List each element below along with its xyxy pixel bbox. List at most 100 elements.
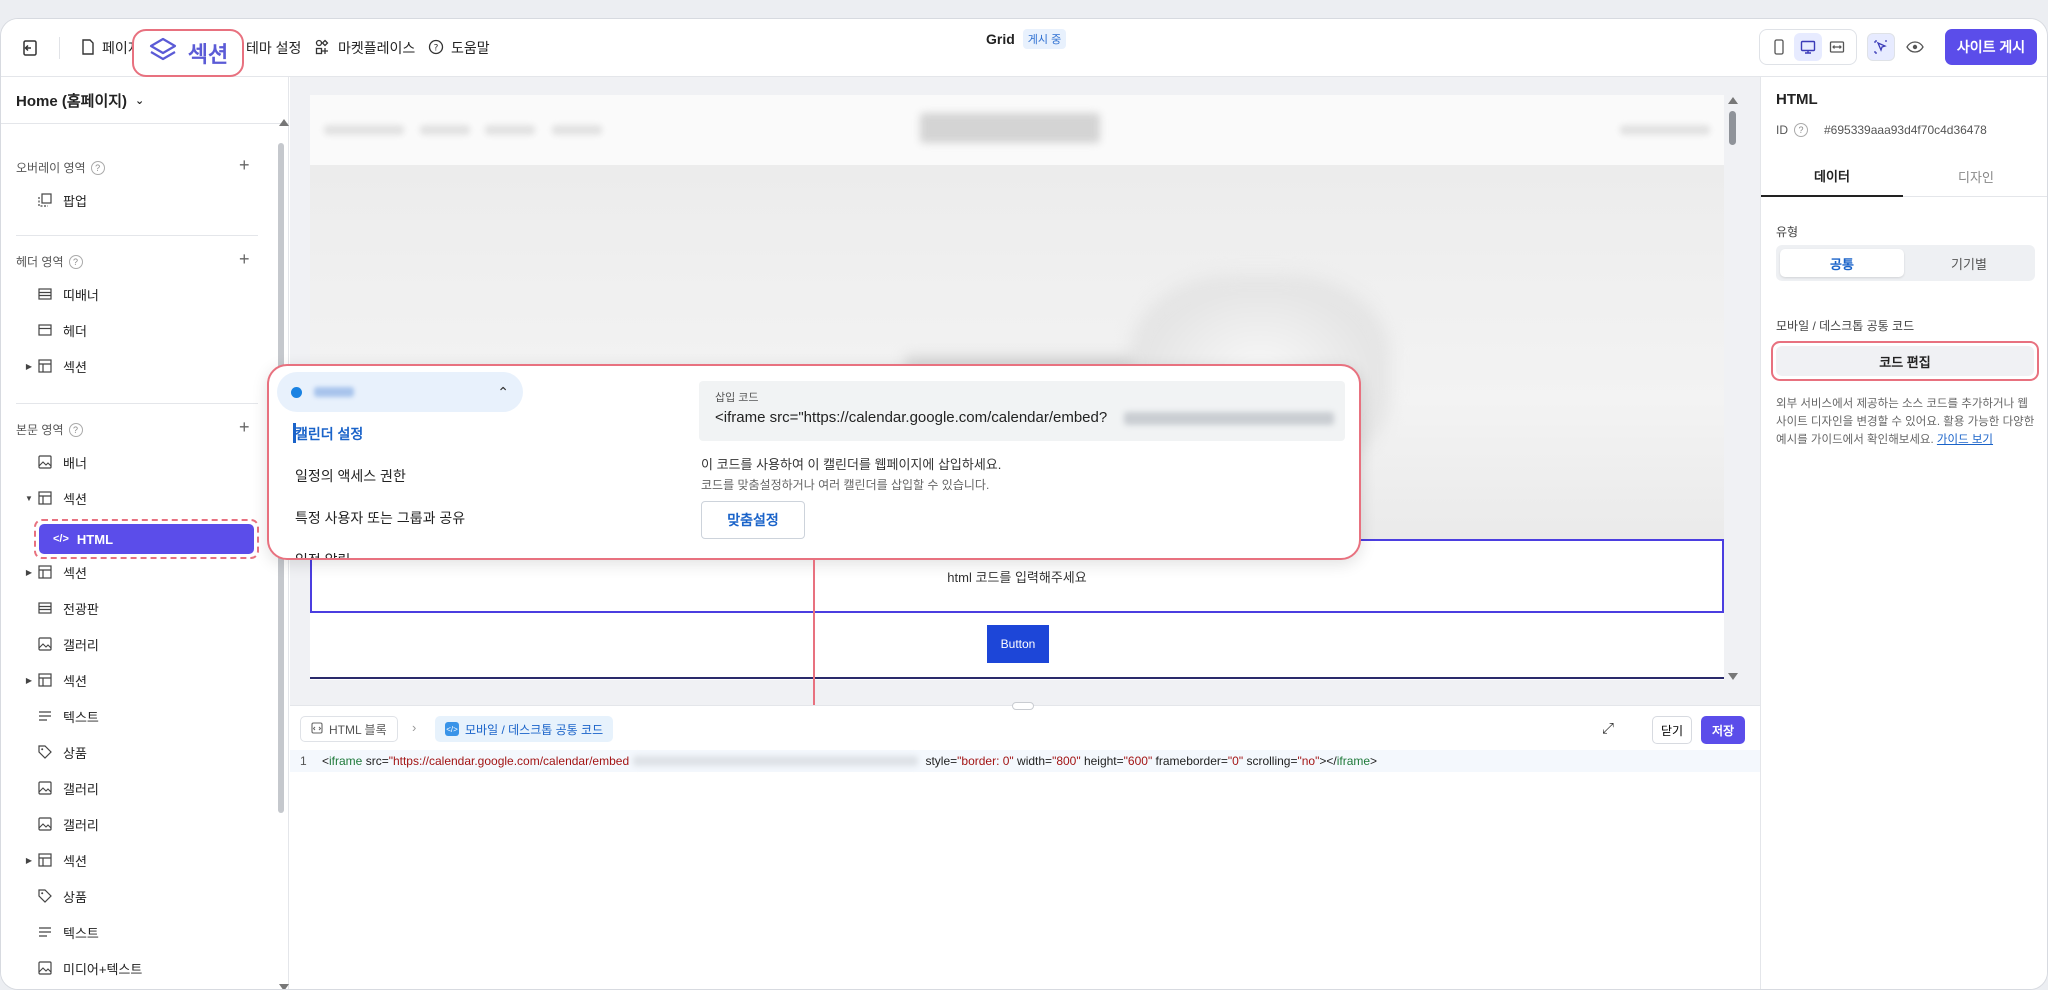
- exit-icon[interactable]: [21, 19, 39, 77]
- add-body-icon[interactable]: +: [239, 417, 250, 438]
- help-icon[interactable]: ?: [68, 422, 83, 437]
- tree-item-popup[interactable]: 팝업: [21, 185, 87, 215]
- panel-tabs: 데이터 디자인: [1761, 155, 2047, 197]
- help-icon[interactable]: ?: [68, 254, 83, 269]
- code-token: ></: [1319, 754, 1337, 768]
- element-id-value[interactable]: #695339aaa93d4f70c4d36478: [1824, 123, 1987, 137]
- tab-data[interactable]: 데이터: [1761, 155, 1903, 197]
- layer-tree-panel: Home (홈페이지) ⌄ 오버레이 영역 ? + 팝업 헤더 영역 ? + 띠…: [1, 77, 289, 989]
- tree-item-text[interactable]: 텍스트: [21, 917, 99, 947]
- select-cursor-icon[interactable]: [1867, 33, 1895, 61]
- divider: [1, 123, 289, 124]
- mobile-view-icon[interactable]: [1765, 33, 1793, 61]
- html-block-placeholder: html 코드를 입력해주세요: [947, 569, 1087, 585]
- tree-item-product[interactable]: 상품: [21, 881, 87, 911]
- html-item[interactable]: </> HTML: [39, 524, 254, 554]
- help-menu[interactable]: ? 도움말: [428, 19, 490, 77]
- help-icon[interactable]: ?: [1794, 123, 1808, 137]
- customize-button[interactable]: 맞춤설정: [701, 501, 805, 539]
- caret-right-icon[interactable]: ▶: [21, 856, 37, 865]
- menu-event-notifications[interactable]: 일정 알림: [295, 550, 350, 558]
- tree-item-label: 섹션: [63, 673, 87, 689]
- help-icon: ?: [428, 39, 444, 58]
- menu-share-with-users[interactable]: 특정 사용자 또는 그룹과 공유: [295, 508, 465, 528]
- preview-eye-icon[interactable]: [1901, 33, 1929, 61]
- section-layout-icon: [37, 852, 53, 868]
- tree-item-billboard[interactable]: 전광판: [21, 593, 99, 623]
- tree-item-section[interactable]: ▼ 섹션: [21, 483, 87, 513]
- tree-item-section[interactable]: ▶ 섹션: [21, 557, 87, 587]
- tree-item-label: 띠배너: [63, 287, 99, 303]
- tree-item-section[interactable]: ▶ 섹션: [21, 665, 87, 695]
- preview-button[interactable]: Button: [987, 625, 1049, 663]
- code-token: >: [1370, 754, 1378, 768]
- add-header-icon[interactable]: +: [239, 249, 250, 270]
- tree-item-product[interactable]: 상품: [21, 737, 87, 767]
- blurred-nav-item: [485, 125, 535, 135]
- scroll-down-arrow-icon[interactable]: [279, 984, 289, 989]
- canvas-scrollbar[interactable]: [1726, 95, 1738, 680]
- tree-item-gallery[interactable]: 갤러리: [21, 773, 99, 803]
- page-selector[interactable]: Home (홈페이지) ⌄: [16, 77, 144, 123]
- segment-per-device[interactable]: 기기별: [1907, 249, 2031, 277]
- caret-right-icon[interactable]: ▶: [21, 676, 37, 685]
- tree-item-media-text[interactable]: 미디어+텍스트: [21, 953, 142, 983]
- group-header-label: 헤더 영역: [16, 255, 64, 269]
- tree-item-section[interactable]: ▶ 섹션: [21, 351, 87, 381]
- tree-item-section[interactable]: ▶ 섹션: [21, 845, 87, 875]
- tree-item-text[interactable]: 텍스트: [21, 701, 99, 731]
- section-layout-icon: [37, 564, 53, 580]
- code-edit-button[interactable]: 코드 편집: [1776, 346, 2034, 376]
- group-overlay-header: 오버레이 영역 ?: [16, 159, 105, 176]
- code-content[interactable]: < iframe src= "https://calendar.google.c…: [322, 754, 1377, 768]
- panel-title: HTML: [1776, 91, 1818, 108]
- app-window: 페이지 테마 설정 마켓플레이스 ? 도움말 Grid 게시 중 사이트 게시: [0, 18, 2048, 990]
- segment-common[interactable]: 공통: [1780, 249, 1904, 277]
- theme-settings-menu[interactable]: 테마 설정: [246, 19, 301, 77]
- caret-right-icon[interactable]: ▶: [21, 568, 37, 577]
- divider: [16, 235, 258, 236]
- breadcrumb-html-block[interactable]: HTML 블록: [300, 716, 398, 742]
- element-id-row: ID ? #695339aaa93d4f70c4d36478: [1776, 123, 1987, 137]
- caret-right-icon[interactable]: ▶: [21, 362, 37, 371]
- blurred-code-params: [633, 756, 919, 766]
- breadcrumb-common-code[interactable]: </> 모바일 / 데스크톱 공통 코드: [435, 716, 614, 742]
- guide-link[interactable]: 가이드 보기: [1937, 434, 1993, 446]
- menu-calendar-settings[interactable]: 캘린더 설정: [295, 424, 363, 444]
- responsive-view-icon[interactable]: [1823, 33, 1851, 61]
- calendar-selector-header[interactable]: ⌃: [277, 372, 523, 412]
- menu-access-permissions[interactable]: 일정의 액세스 권한: [295, 466, 406, 486]
- tree-item-header[interactable]: 헤더: [21, 315, 87, 345]
- help-text: 외부 서비스에서 제공하는 소스 코드를 추가하거나 웹사이트 디자인을 변경할…: [1776, 398, 2035, 446]
- publish-site-button[interactable]: 사이트 게시: [1945, 29, 2037, 65]
- tree-item-html-selected[interactable]: </> HTML: [34, 519, 259, 559]
- close-button[interactable]: 닫기: [1652, 716, 1692, 744]
- code-edit-highlight: 코드 편집: [1771, 341, 2039, 381]
- embed-code-text[interactable]: <iframe src="https://calendar.google.com…: [715, 409, 1107, 426]
- help-icon[interactable]: ?: [90, 160, 105, 175]
- desktop-view-icon[interactable]: [1793, 33, 1822, 61]
- save-button[interactable]: 저장: [1701, 716, 1745, 744]
- tree-item-label: 상품: [63, 889, 87, 905]
- tab-design[interactable]: 디자인: [1905, 155, 2047, 197]
- marketplace-menu[interactable]: 마켓플레이스: [315, 19, 415, 77]
- tree-item-gallery[interactable]: 갤러리: [21, 809, 99, 839]
- header-icon: [37, 322, 53, 338]
- properties-panel: HTML ID ? #695339aaa93d4f70c4d36478 데이터 …: [1760, 77, 2047, 989]
- breadcrumb-separator: ›: [412, 720, 417, 735]
- scrollbar-thumb[interactable]: [1729, 111, 1736, 145]
- code-line[interactable]: 1 < iframe src= "https://calendar.google…: [290, 750, 1760, 772]
- scroll-up-arrow-icon[interactable]: [279, 119, 289, 126]
- scroll-up-arrow-icon[interactable]: [1728, 97, 1738, 104]
- resize-handle[interactable]: [1012, 702, 1034, 710]
- scroll-down-arrow-icon[interactable]: [1728, 673, 1738, 680]
- chevron-up-icon[interactable]: ⌃: [497, 384, 509, 401]
- tree-item-gallery[interactable]: 갤러리: [21, 629, 99, 659]
- section-menu-highlight[interactable]: 섹션: [132, 29, 244, 77]
- caret-down-icon[interactable]: ▼: [21, 494, 37, 503]
- add-overlay-icon[interactable]: +: [239, 155, 250, 176]
- tree-item-banner[interactable]: 배너: [21, 447, 87, 477]
- tree-item-ddibanner[interactable]: 띠배너: [21, 279, 99, 309]
- common-code-label: 모바일 / 데스크톱 공통 코드: [1776, 319, 1915, 333]
- expand-icon[interactable]: ⤢: [1602, 720, 1614, 737]
